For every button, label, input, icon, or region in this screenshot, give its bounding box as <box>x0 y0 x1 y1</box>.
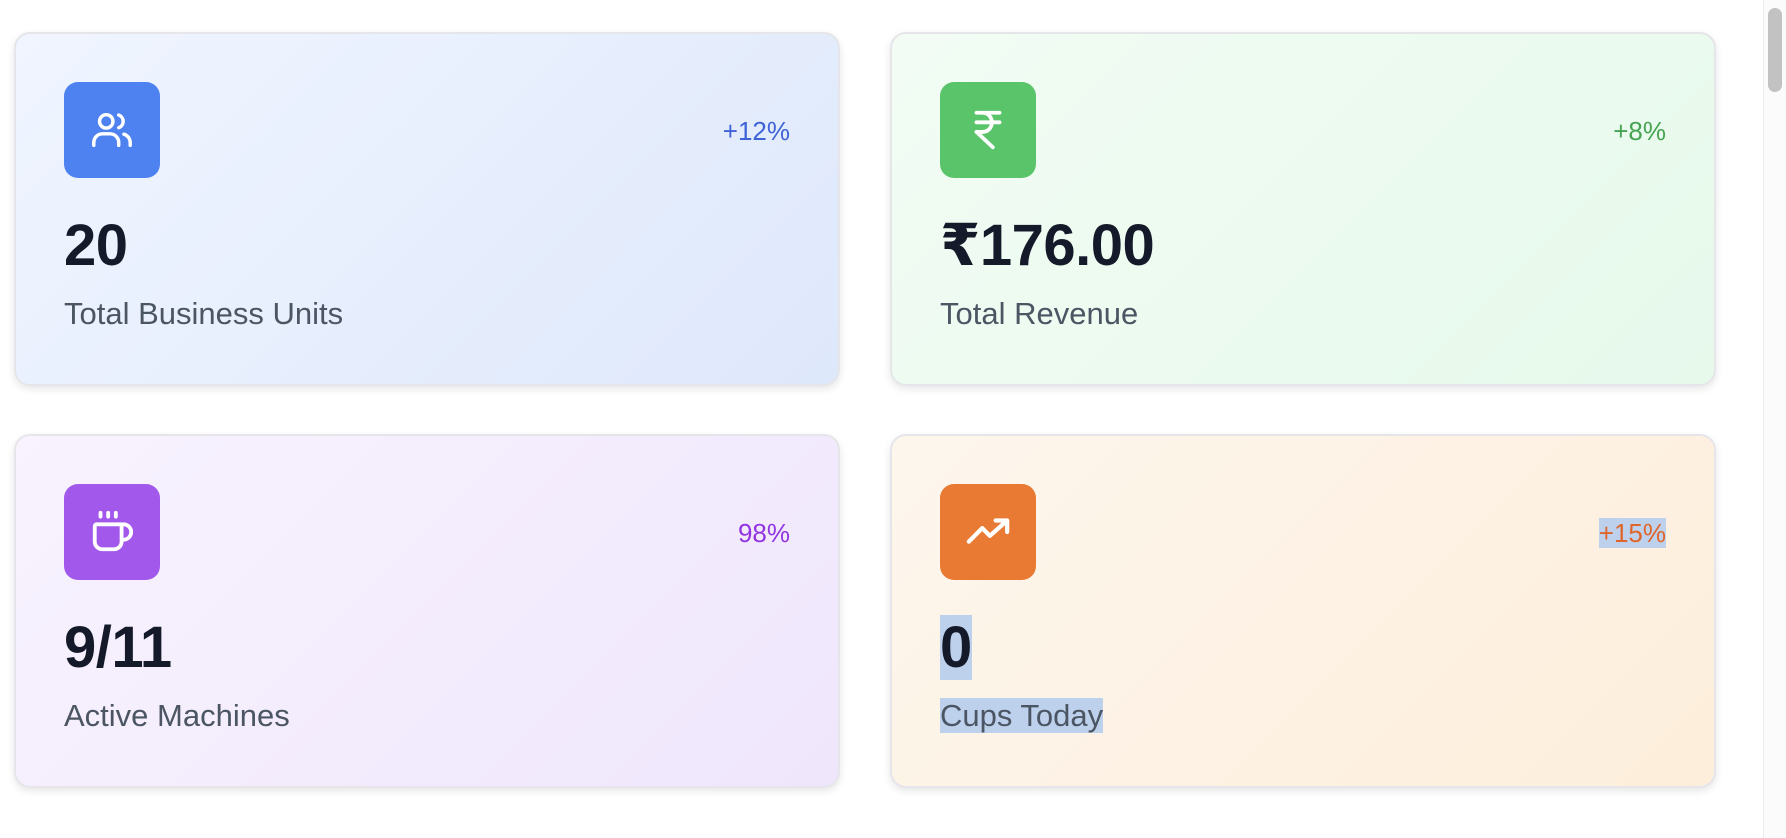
change-indicator: 98% <box>737 518 790 548</box>
trending-up-icon <box>940 484 1036 580</box>
users-icon <box>64 82 160 178</box>
change-indicator: +12% <box>722 116 790 146</box>
stat-label: Cups Today <box>940 696 1104 736</box>
coffee-cup-icon <box>64 484 160 580</box>
stat-value: 0 <box>940 614 972 682</box>
scrollbar-thumb[interactable] <box>1768 8 1782 92</box>
vertical-scrollbar[interactable] <box>1763 0 1786 838</box>
stat-card-active-machines: 98% 9/11 Active Machines <box>14 434 840 788</box>
rupee-icon <box>940 82 1036 178</box>
stats-grid: +12% 20 Total Business Units +8% ₹176.00… <box>14 32 1716 788</box>
stat-label-text: Cups Today <box>940 698 1104 733</box>
stat-card-cups-today: +15% 0 Cups Today <box>890 434 1716 788</box>
stat-card-revenue: +8% ₹176.00 Total Revenue <box>890 32 1716 386</box>
stat-value: ₹176.00 <box>940 213 1155 278</box>
change-indicator: +8% <box>1613 116 1666 146</box>
stat-card-business-units: +12% 20 Total Business Units <box>14 32 840 386</box>
dashboard-page: +12% 20 Total Business Units +8% ₹176.00… <box>0 0 1786 838</box>
change-indicator: +15% <box>1598 518 1666 548</box>
change-indicator-text: +15% <box>1598 518 1666 548</box>
stat-label: Total Business Units <box>64 296 344 331</box>
stat-value: 9/11 <box>64 615 172 680</box>
stat-value: 20 <box>64 213 128 278</box>
stat-value-text: 0 <box>940 615 972 680</box>
stat-label: Total Revenue <box>940 296 1139 331</box>
stat-label: Active Machines <box>64 698 290 733</box>
